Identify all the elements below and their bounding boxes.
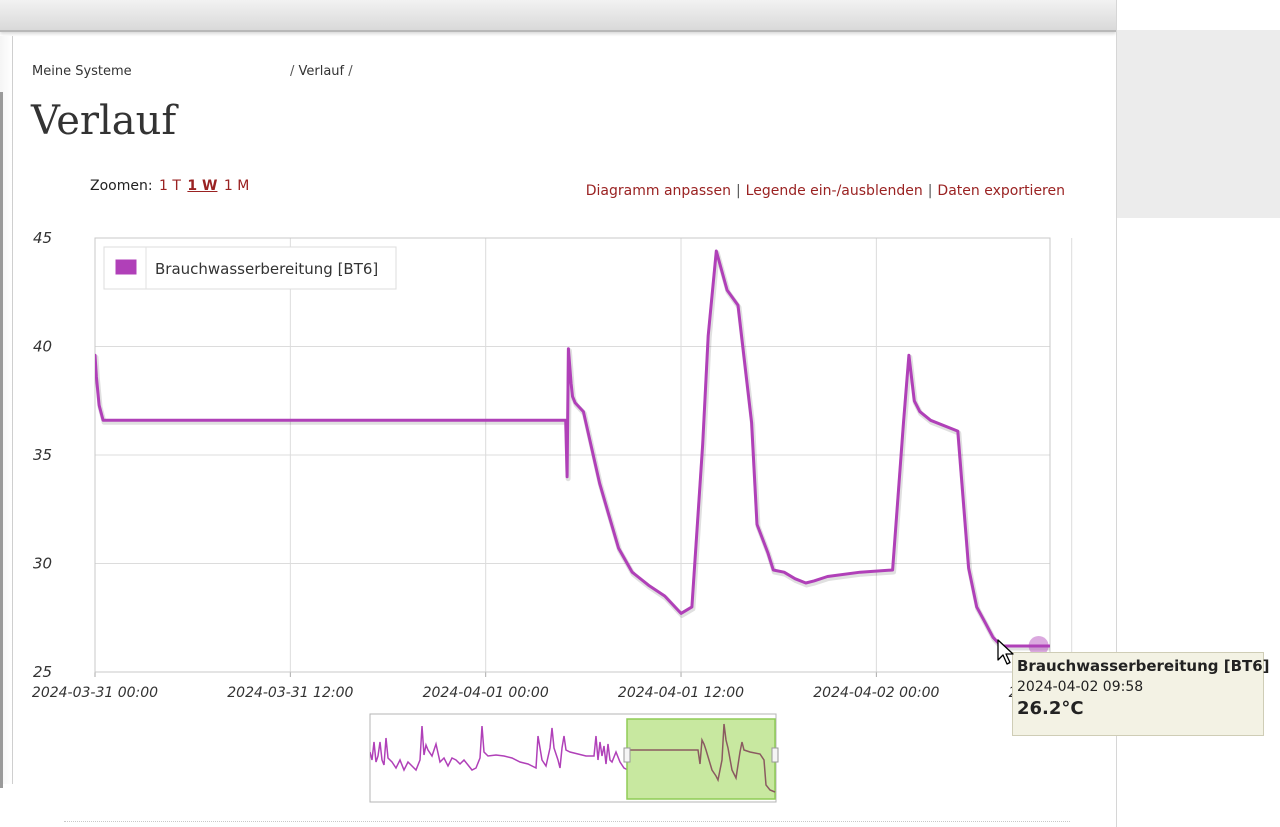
y-tick-label: 40 [33,338,52,356]
data-tooltip: Brauchwasserbereitung [BT6] 2024-04-02 0… [1012,652,1270,736]
series-line-shadow [95,250,1050,651]
footer-divider [64,821,1070,822]
x-tick-label: 2024-04-01 12:00 [618,685,744,701]
tooltip-value: 26.2°C [1017,698,1084,719]
legend[interactable]: Brauchwasserbereitung [BT6] [103,246,397,290]
mouse-cursor-icon [997,639,1014,665]
y-tick-label: 25 [33,663,52,681]
x-tick-label: 2024-04-01 00:00 [423,685,549,701]
tooltip-time: 2024-04-02 09:58 [1017,679,1144,695]
navigator-handle-right[interactable] [771,747,779,763]
y-tick-label: 35 [33,446,52,464]
x-tick-label: 2024-03-31 00:00 [32,685,158,701]
navigator[interactable] [369,713,779,803]
x-tick-label: 2024-04-02 00:00 [813,685,939,701]
y-tick-label: 30 [33,555,52,573]
series-line-bt6[interactable] [95,249,1050,648]
navigator-handle-left[interactable] [623,747,631,763]
tooltip-series: Brauchwasserbereitung [BT6] [1017,657,1270,675]
legend-label: Brauchwasserbereitung [BT6] [155,260,378,278]
y-tick-label: 45 [33,229,52,247]
legend-swatch [114,258,138,276]
x-tick-label: 2024-03-31 12:00 [227,685,353,701]
